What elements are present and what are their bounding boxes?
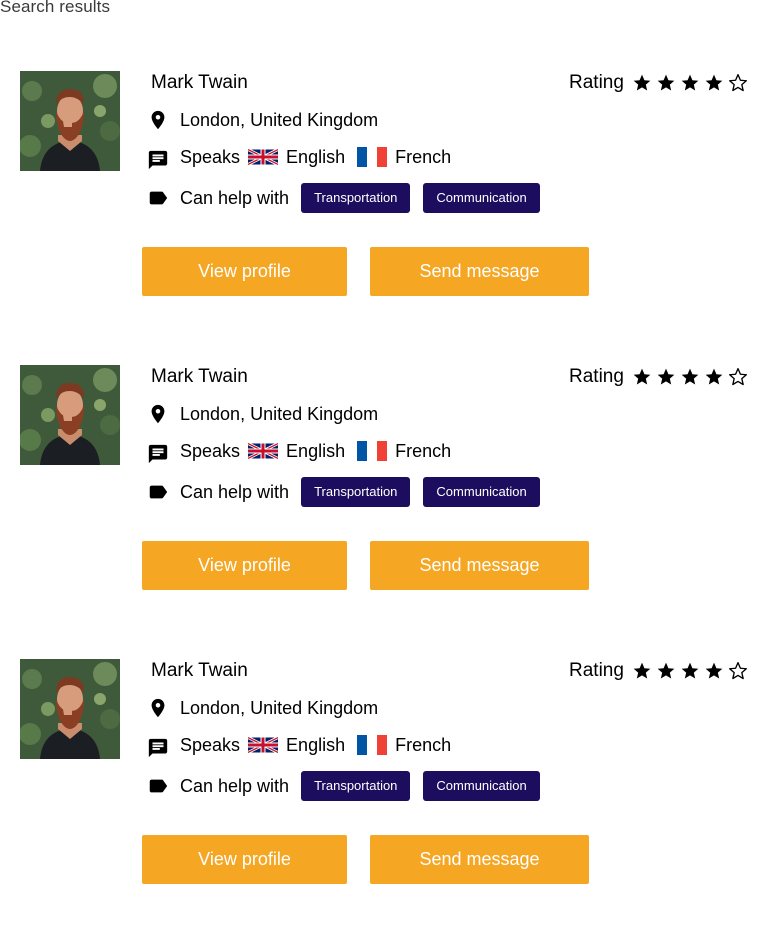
avatar[interactable] <box>20 659 120 759</box>
help-label: Can help with <box>180 187 290 208</box>
location-text: London, United Kingdom <box>180 403 379 424</box>
rating-label: Rating <box>569 366 624 387</box>
languages-row: Speaks English French <box>147 731 451 759</box>
star-filled-icon <box>632 661 652 681</box>
language-english: English <box>286 440 346 461</box>
languages-row: Speaks English French <box>147 437 451 465</box>
star-filled-icon <box>704 367 724 387</box>
help-label: Can help with <box>180 775 290 796</box>
language-english: English <box>286 146 346 167</box>
tag-communication[interactable]: Communication <box>423 771 540 801</box>
chat-bubble-icon <box>147 443 169 465</box>
send-message-button[interactable]: Send message <box>370 247 589 296</box>
fr-flag-icon <box>357 441 387 461</box>
uk-flag-icon <box>248 147 278 167</box>
tag-transportation[interactable]: Transportation <box>301 477 411 507</box>
language-english: English <box>286 734 346 755</box>
star-filled-icon <box>704 661 724 681</box>
rating: Rating <box>569 365 748 389</box>
language-french: French <box>395 146 452 167</box>
send-message-button[interactable]: Send message <box>370 541 589 590</box>
result-card: Mark Twain Rating London, United Kingdom… <box>0 365 770 605</box>
location-pin-icon <box>147 403 169 425</box>
location-pin-icon <box>147 109 169 131</box>
rating-label: Rating <box>569 660 624 681</box>
location-row: London, United Kingdom <box>147 400 378 428</box>
speaks-label: Speaks <box>180 734 241 755</box>
rating: Rating <box>569 659 748 683</box>
label-tag-icon <box>147 775 169 797</box>
tag-communication[interactable]: Communication <box>423 183 540 213</box>
tutor-name[interactable]: Mark Twain <box>151 659 248 683</box>
rating: Rating <box>569 71 748 95</box>
location-pin-icon <box>147 697 169 719</box>
tutor-name[interactable]: Mark Twain <box>151 365 248 389</box>
location-row: London, United Kingdom <box>147 694 378 722</box>
star-filled-icon <box>656 661 676 681</box>
view-profile-button[interactable]: View profile <box>142 541 347 590</box>
tag-transportation[interactable]: Transportation <box>301 183 411 213</box>
location-text: London, United Kingdom <box>180 109 379 130</box>
star-filled-icon <box>632 73 652 93</box>
result-card: Mark Twain Rating London, United Kingdom… <box>0 71 770 311</box>
chat-bubble-icon <box>147 737 169 759</box>
star-outline-icon <box>728 73 748 93</box>
send-message-button[interactable]: Send message <box>370 835 589 884</box>
help-label: Can help with <box>180 481 290 502</box>
rating-label: Rating <box>569 72 624 93</box>
chat-bubble-icon <box>147 149 169 171</box>
avatar[interactable] <box>20 365 120 465</box>
tag-transportation[interactable]: Transportation <box>301 771 411 801</box>
help-row: Can help with Transportation Communicati… <box>147 183 540 213</box>
view-profile-button[interactable]: View profile <box>142 247 347 296</box>
uk-flag-icon <box>248 441 278 461</box>
result-card: Mark Twain Rating London, United Kingdom… <box>0 659 770 899</box>
uk-flag-icon <box>248 735 278 755</box>
star-outline-icon <box>728 367 748 387</box>
star-filled-icon <box>680 367 700 387</box>
star-outline-icon <box>728 661 748 681</box>
avatar[interactable] <box>20 71 120 171</box>
fr-flag-icon <box>357 735 387 755</box>
label-tag-icon <box>147 187 169 209</box>
tag-communication[interactable]: Communication <box>423 477 540 507</box>
speaks-label: Speaks <box>180 146 241 167</box>
star-filled-icon <box>680 661 700 681</box>
fr-flag-icon <box>357 147 387 167</box>
view-profile-button[interactable]: View profile <box>142 835 347 884</box>
languages-row: Speaks English French <box>147 143 451 171</box>
star-filled-icon <box>680 73 700 93</box>
language-french: French <box>395 440 452 461</box>
star-filled-icon <box>704 73 724 93</box>
star-filled-icon <box>656 367 676 387</box>
location-row: London, United Kingdom <box>147 106 378 134</box>
location-text: London, United Kingdom <box>180 697 379 718</box>
help-row: Can help with Transportation Communicati… <box>147 771 540 801</box>
language-french: French <box>395 734 452 755</box>
label-tag-icon <box>147 481 169 503</box>
star-filled-icon <box>632 367 652 387</box>
help-row: Can help with Transportation Communicati… <box>147 477 540 507</box>
star-filled-icon <box>656 73 676 93</box>
speaks-label: Speaks <box>180 440 241 461</box>
page-title: Search results <box>0 0 111 16</box>
tutor-name[interactable]: Mark Twain <box>151 71 248 95</box>
